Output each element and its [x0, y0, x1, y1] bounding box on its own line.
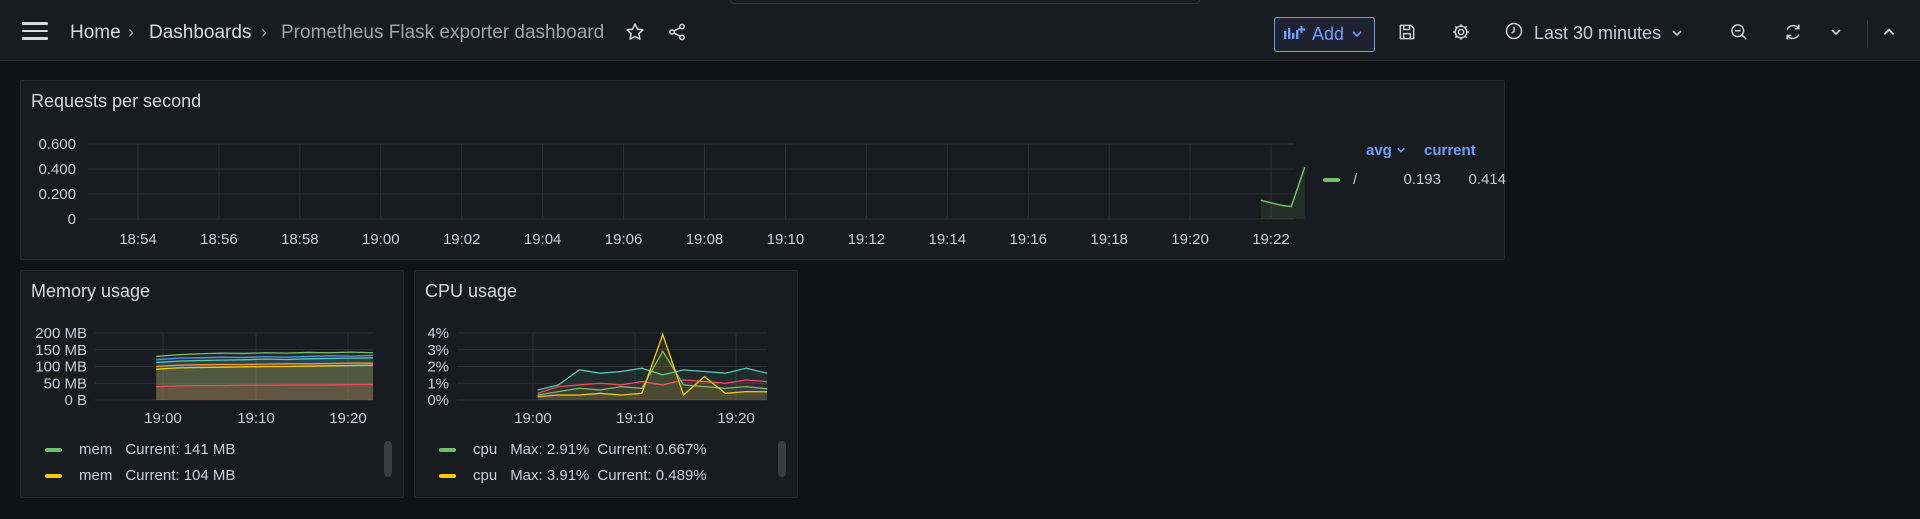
x-tick-label: 19:14	[929, 231, 967, 248]
toolbar-divider	[1867, 20, 1868, 48]
legend-header-current[interactable]: current	[1424, 142, 1476, 159]
add-button[interactable]: Add	[1274, 17, 1375, 52]
y-tick-label: 200 MB	[35, 325, 87, 342]
page-title: Prometheus Flask exporter dashboard	[281, 22, 605, 43]
chevron-down-icon	[1397, 147, 1405, 153]
breadcrumb-separator: ›	[261, 22, 267, 42]
legend-item[interactable]: cpu Max: 3.91% Current: 0.489%	[439, 467, 707, 484]
x-tick-label: 19:20	[717, 410, 755, 427]
chevron-down-icon	[1671, 23, 1683, 44]
legend-header-avg[interactable]: avg	[1366, 142, 1406, 159]
series-area	[1260, 167, 1305, 219]
series-color-swatch	[439, 447, 456, 452]
x-tick-label: 18:54	[119, 231, 157, 248]
panel-memory-usage[interactable]: Memory usage 0 B 50 MB 100 MB 150 MB 200 MB 1…	[20, 270, 404, 498]
search-bar-edge	[730, 0, 1200, 4]
x-tick-label: 19:22	[1252, 231, 1290, 248]
series-area	[156, 384, 373, 400]
y-tick-label: 0 B	[64, 392, 87, 409]
y-tick-label: 0.200	[38, 186, 76, 203]
legend-item[interactable]: cpu Max: 2.91% Current: 0.667%	[439, 441, 707, 458]
y-tick-label: 3%	[427, 342, 449, 359]
breadcrumb-home[interactable]: Home	[70, 22, 121, 44]
zoom-out-icon[interactable]	[1727, 20, 1751, 44]
legend-series-name: /	[1353, 171, 1358, 188]
series-color-swatch	[439, 473, 456, 478]
breadcrumb-separator: ›	[128, 22, 134, 42]
chevron-down-icon[interactable]	[1824, 20, 1848, 44]
legend-avg-value: 0.193	[1403, 171, 1441, 188]
x-tick-label: 18:58	[281, 231, 319, 248]
star-icon[interactable]	[623, 20, 647, 44]
x-tick-label: 19:18	[1090, 231, 1128, 248]
legend-series-name: cpu	[473, 467, 498, 484]
x-tick-label: 19:16	[1009, 231, 1047, 248]
x-tick-label: 19:06	[605, 231, 643, 248]
gear-icon[interactable]	[1449, 20, 1473, 44]
legend-current-value: Current: 104 MB	[125, 467, 236, 484]
series-color-swatch	[45, 447, 62, 452]
y-tick-label: 2%	[427, 359, 449, 376]
y-tick-label: 4%	[427, 325, 449, 342]
x-tick-label: 18:56	[200, 231, 238, 248]
legend-item[interactable]: mem Current: 104 MB	[45, 467, 235, 484]
x-tick-label: 19:12	[848, 231, 886, 248]
time-range-label: Last 30 minutes	[1534, 22, 1662, 43]
legend-item[interactable]: mem Current: 141 MB	[45, 441, 235, 458]
legend-current-value: Current: 0.667%	[597, 441, 707, 458]
memory-chart: 0 B50 MB100 MB150 MB200 MB 19:00 19:10 19:2…	[35, 325, 374, 427]
legend-scrollbar[interactable]	[384, 441, 392, 477]
series-color-swatch	[45, 473, 62, 478]
legend-series-name: mem	[79, 467, 113, 484]
x-tick-label: 19:10	[767, 231, 805, 248]
y-tick-label: 150 MB	[35, 342, 87, 359]
y-tick-label: 50 MB	[44, 375, 87, 392]
x-tick-label: 19:00	[362, 231, 400, 248]
chevron-down-icon	[1351, 24, 1363, 45]
x-tick-label: 19:04	[524, 231, 562, 248]
legend-current-value: Current: 0.489%	[597, 467, 707, 484]
menu-icon[interactable]	[22, 22, 48, 40]
legend-series-name: mem	[79, 441, 113, 458]
clock-icon	[1504, 21, 1524, 46]
series-color-swatch	[1323, 177, 1340, 182]
x-tick-label: 19:20	[1171, 231, 1209, 248]
panel-cpu-usage[interactable]: CPU usage 0% 1% 2% 3% 4% 19:00 19:10 19:20 cpu …	[414, 270, 798, 498]
add-button-label: Add	[1312, 24, 1345, 44]
legend-max-value: Max: 2.91%	[510, 441, 590, 458]
y-tick-label: 0.400	[38, 161, 76, 178]
add-panel-icon	[1283, 24, 1305, 45]
time-range-picker[interactable]: Last 30 minutes	[1504, 20, 1683, 46]
refresh-icon[interactable]	[1781, 20, 1805, 44]
cpu-chart: 0%1%2%3%4% 19:00 19:10 19:20	[427, 325, 768, 427]
y-tick-label: 0%	[427, 392, 449, 409]
y-tick-label: 0.600	[38, 136, 76, 153]
y-tick-label: 0	[68, 211, 76, 228]
legend-max-value: Max: 3.91%	[510, 467, 590, 484]
x-tick-label: 19:08	[686, 231, 724, 248]
x-tick-label: 19:10	[237, 410, 275, 427]
legend-item[interactable]: / 0.193 0.414	[1323, 171, 1506, 188]
x-tick-label: 19:02	[443, 231, 481, 248]
y-tick-label: 1%	[427, 375, 449, 392]
top-navbar: Home › Dashboards › Prometheus Flask exp…	[0, 0, 1920, 61]
legend-current-value: Current: 141 MB	[125, 441, 236, 458]
breadcrumb-dashboards[interactable]: Dashboards	[149, 22, 251, 44]
share-icon[interactable]	[665, 20, 689, 44]
save-icon[interactable]	[1395, 20, 1419, 44]
panel-requests-per-second[interactable]: Requests per second 0 0.200 0.400 0.600 18:5…	[20, 80, 1506, 260]
requests-chart: 0 0.200 0.400 0.600 18:54 18:56 18:58 19:00 19:0…	[38, 136, 1306, 248]
x-tick-label: 19:10	[616, 410, 654, 427]
chevron-up-icon[interactable]	[1877, 20, 1901, 44]
x-tick-label: 19:00	[514, 410, 552, 427]
legend-series-name: cpu	[473, 441, 498, 458]
y-tick-label: 100 MB	[35, 359, 87, 376]
legend-scrollbar[interactable]	[778, 441, 786, 477]
x-tick-label: 19:20	[329, 410, 367, 427]
legend-current-value: 0.414	[1468, 171, 1506, 188]
x-tick-label: 19:00	[144, 410, 182, 427]
